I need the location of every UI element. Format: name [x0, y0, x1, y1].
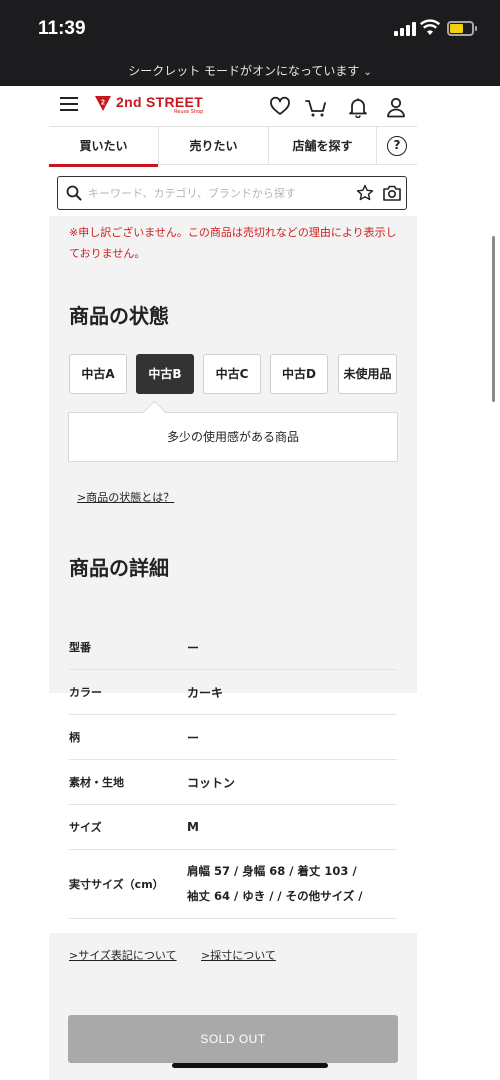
table-row: カラー カーキ [69, 670, 397, 715]
details-table: 型番 ー カラー カーキ 柄 ー 素材・生地 コットン サイズ M 実寸サイズ（… [69, 625, 397, 919]
condition-option-b[interactable]: 中古B [136, 354, 194, 394]
spec-value: カーキ [187, 685, 224, 700]
incognito-text: シークレット モードがオンになっています [128, 64, 360, 78]
logo-mark-icon: 2 [95, 96, 111, 111]
table-row: 型番 ー [69, 625, 397, 670]
spec-label: 実寸サイズ（cm） [69, 878, 164, 891]
cart-icon[interactable] [305, 96, 327, 118]
search-icon[interactable] [66, 185, 82, 201]
brand-subtitle: Reuse Shop [174, 109, 204, 115]
size-links: >サイズ表記について >採寸について [49, 933, 417, 993]
camera-icon[interactable] [382, 184, 402, 202]
condition-option-c[interactable]: 中古C [203, 354, 261, 394]
menu-icon[interactable] [60, 97, 78, 112]
search-bar [57, 176, 407, 210]
home-indicator[interactable] [172, 1063, 328, 1068]
spec-value-line: 袖丈 64 / ゆき / / その他サイズ / [187, 889, 363, 903]
wifi-icon [420, 19, 440, 35]
spec-value: M [187, 820, 199, 834]
battery-icon [447, 21, 477, 36]
status-bar: 11:39 [0, 0, 500, 58]
condition-info-link[interactable]: >商品の状態とは？ [77, 489, 174, 505]
sold-out-button[interactable]: SOLD OUT [68, 1015, 398, 1063]
user-icon[interactable] [385, 96, 407, 118]
spec-value: コットン [187, 775, 236, 790]
table-row: 実寸サイズ（cm） 肩幅 57 / 身幅 68 / 着丈 103 / 袖丈 64… [69, 850, 397, 919]
details-title: 商品の詳細 [69, 556, 169, 580]
star-icon[interactable] [356, 184, 374, 202]
spec-value: 肩幅 57 / 身幅 68 / 着丈 103 / 袖丈 64 / ゆき / / … [187, 850, 362, 918]
condition-options: 中古A 中古B 中古C 中古D 未使用品 [69, 354, 397, 394]
help-icon[interactable]: ? [387, 136, 407, 156]
brand-name: 2nd STREET [116, 94, 204, 110]
spec-label: 型番 [69, 641, 91, 654]
search-input[interactable] [88, 183, 326, 203]
table-row: 素材・生地 コットン [69, 760, 397, 805]
condition-option-a[interactable]: 中古A [69, 354, 127, 394]
svg-text:2: 2 [101, 100, 105, 107]
tab-sell[interactable]: 売りたい [159, 127, 269, 165]
measurement-link[interactable]: >採寸について [201, 947, 276, 963]
chevron-down-icon: ⌄ [363, 67, 372, 78]
spec-value: ー [187, 640, 200, 655]
scrollbar[interactable] [492, 236, 495, 402]
status-time: 11:39 [38, 18, 86, 39]
site-header: 2 2nd STREET Reuse Shop [49, 86, 417, 126]
sold-out-notice: ※申し訳ございません。この商品は売切れなどの理由により表示しておりません。 [69, 226, 397, 260]
table-row: サイズ M [69, 805, 397, 850]
condition-section: ※申し訳ございません。この商品は売切れなどの理由により表示しておりません。 商品… [49, 216, 417, 693]
condition-title: 商品の状態 [69, 304, 169, 328]
table-row: 柄 ー [69, 715, 397, 760]
spec-value-line: 肩幅 57 / 身幅 68 / 着丈 103 / [187, 864, 357, 878]
size-notation-link[interactable]: >サイズ表記について [69, 947, 177, 963]
spec-label: サイズ [69, 821, 102, 834]
condition-option-unused[interactable]: 未使用品 [338, 354, 397, 394]
spec-label: 柄 [69, 731, 80, 744]
spec-value: ー [187, 730, 200, 745]
condition-option-d[interactable]: 中古D [270, 354, 328, 394]
heart-icon[interactable] [269, 96, 291, 118]
bell-icon[interactable] [347, 96, 369, 118]
page: 2 2nd STREET Reuse Shop 買いたい 売りたい 店舗を探す … [49, 86, 417, 1080]
condition-description: 多少の使用感がある商品 [68, 412, 398, 462]
tab-find-store[interactable]: 店舗を探す [269, 127, 377, 165]
main-tabs: 買いたい 売りたい 店舗を探す ? [49, 126, 417, 167]
spec-label: 素材・生地 [69, 776, 124, 789]
condition-description-text: 多少の使用感がある商品 [166, 430, 299, 444]
spec-label: カラー [69, 686, 102, 699]
tab-buy[interactable]: 買いたい [49, 127, 159, 167]
incognito-banner[interactable]: シークレット モードがオンになっています ⌄ [0, 58, 500, 86]
cellular-signal-icon [394, 22, 416, 36]
